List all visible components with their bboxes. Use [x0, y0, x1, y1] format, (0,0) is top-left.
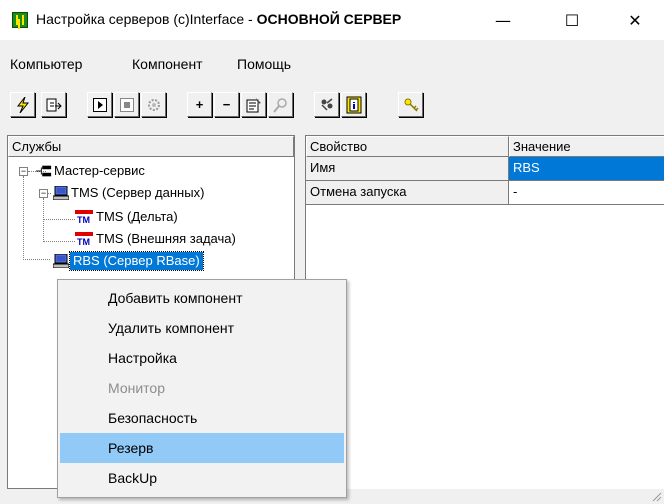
- menu-item-remove-component[interactable]: Удалить компонент: [60, 313, 344, 343]
- menu-item-reserve[interactable]: Резерв: [60, 433, 344, 463]
- collapse-toggle[interactable]: −: [19, 167, 28, 176]
- remove-button[interactable]: −: [214, 92, 239, 117]
- properties-button[interactable]: [241, 92, 266, 117]
- tree-line: [23, 176, 24, 260]
- tree-line: [43, 241, 75, 242]
- find-button[interactable]: [268, 92, 293, 117]
- properties-icon: [246, 97, 261, 112]
- gear-icon: [147, 98, 160, 111]
- close-button[interactable]: ✕: [612, 0, 658, 40]
- maximize-button[interactable]: ☐: [549, 0, 595, 40]
- collapse-toggle[interactable]: −: [39, 189, 48, 198]
- tree-line: [43, 219, 75, 220]
- menu-item-monitor: Монитор: [108, 380, 165, 396]
- services-header[interactable]: Службы: [8, 136, 294, 157]
- tm-icon-label: TM: [77, 215, 90, 224]
- window-title: Настройка серверов (c)Interface - ОСНОВН…: [36, 11, 401, 27]
- property-cell: Имя: [306, 157, 509, 181]
- value-cell[interactable]: -: [509, 181, 664, 205]
- menu-item-add-component[interactable]: Добавить компонент: [60, 283, 344, 313]
- export-icon: [46, 98, 62, 111]
- menu-component[interactable]: Компонент: [132, 56, 203, 72]
- property-cell: Отмена запуска: [306, 181, 509, 205]
- tm-icon: TM: [75, 210, 93, 224]
- resize-grip-icon[interactable]: [650, 490, 662, 502]
- property-grid: Свойство Значение Имя RBS Отмена запуска…: [305, 135, 664, 489]
- tree-node-rbs[interactable]: RBS (Сервер RBase): [69, 251, 204, 271]
- value-cell[interactable]: RBS: [509, 157, 664, 181]
- tree-node-master[interactable]: Мастер-сервис: [54, 162, 145, 180]
- stop-icon: [119, 97, 134, 112]
- export-button[interactable]: [41, 92, 66, 117]
- computer-icon: [53, 254, 69, 268]
- start-button[interactable]: [87, 92, 112, 117]
- column-header-value[interactable]: Значение: [509, 136, 664, 157]
- menu-computer[interactable]: Компьютер: [10, 56, 82, 72]
- menu-bar: Компьютер Компонент Помощь: [0, 56, 664, 78]
- app-window: Настройка серверов (c)Interface - ОСНОВН…: [0, 0, 664, 504]
- context-menu: Добавить компонент Удалить компонент Нас…: [57, 279, 347, 498]
- users-icon: [320, 97, 332, 111]
- info-icon: [346, 96, 361, 113]
- title-server-name: ОСНОВНОЙ СЕРВЕР: [256, 11, 402, 27]
- computer-icon: [53, 186, 69, 200]
- title-bar[interactable]: Настройка серверов (c)Interface - ОСНОВН…: [0, 0, 664, 40]
- menu-item-settings[interactable]: Настройка: [60, 343, 344, 373]
- disabled-tool-button[interactable]: [141, 92, 166, 117]
- play-icon: [92, 97, 107, 112]
- tree-line: [23, 259, 50, 260]
- tm-icon-label: TM: [77, 237, 90, 246]
- key-icon: [404, 98, 419, 112]
- menu-help[interactable]: Помощь: [237, 56, 291, 72]
- tm-icon: TM: [75, 232, 93, 246]
- lightning-icon: [16, 96, 29, 113]
- network-icon: [36, 165, 52, 177]
- add-button[interactable]: +: [187, 92, 212, 117]
- app-icon[interactable]: [12, 12, 28, 28]
- minimize-button[interactable]: —: [480, 0, 526, 40]
- toolbar: + −: [0, 84, 664, 130]
- tree-node-tms-external[interactable]: TMS (Внешняя задача): [96, 230, 236, 248]
- tree-node-tms-delta[interactable]: TMS (Дельта): [96, 208, 178, 226]
- stop-button[interactable]: [114, 92, 139, 117]
- run-button[interactable]: [10, 92, 35, 117]
- column-header-property[interactable]: Свойство: [306, 136, 509, 157]
- title-prefix: Настройка серверов (c)Interface -: [36, 11, 257, 27]
- tree-line: [43, 198, 44, 242]
- info-button[interactable]: [341, 92, 366, 117]
- menu-item-security[interactable]: Безопасность: [60, 403, 344, 433]
- key-button[interactable]: [398, 92, 423, 117]
- find-icon: [272, 97, 287, 113]
- menu-item-backup[interactable]: BackUp: [60, 463, 344, 493]
- tree-node-tms-data[interactable]: TMS (Сервер данных): [71, 184, 204, 202]
- users-button[interactable]: [314, 92, 339, 117]
